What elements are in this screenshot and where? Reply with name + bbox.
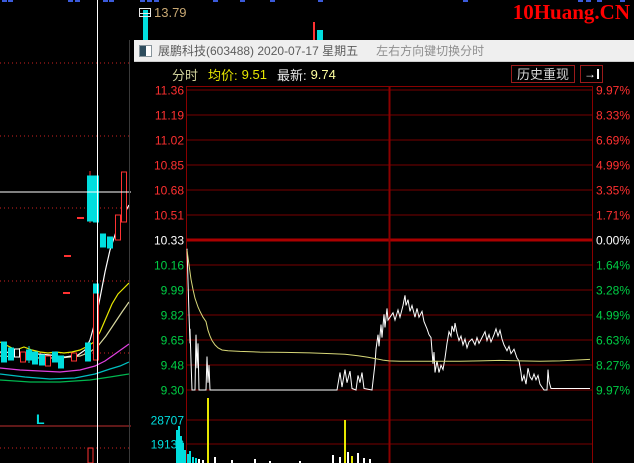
candle-body	[14, 348, 20, 358]
candle-body	[20, 351, 26, 363]
price-axis-label: 9.30	[161, 384, 185, 398]
intraday-chart: 11.3611.1911.0210.8510.6810.5110.3310.16…	[151, 84, 630, 463]
mode-label: 分时	[172, 67, 199, 83]
pct-axis-label: 4.99%	[596, 309, 630, 323]
pct-axis-label: 6.69%	[596, 134, 630, 148]
avg-price-value: 9.51	[241, 66, 267, 82]
watermark: 10Huang.CN	[512, 0, 630, 24]
candle-body	[1, 341, 7, 363]
candle-body	[115, 214, 121, 241]
pct-axis-label: 1.71%	[596, 209, 630, 223]
price-axis-label: 10.85	[154, 159, 184, 173]
intraday-window: 展鹏科技(603488) 2020-07-17 星期五 左右方向键切换分时 分时…	[134, 40, 634, 463]
last-price-label: 最新:	[276, 67, 307, 83]
volume-axis-label: 19138	[151, 438, 185, 452]
next-period-button[interactable]: →	[580, 65, 603, 83]
candle-body	[121, 171, 127, 223]
pane-label: L	[36, 411, 45, 427]
pct-axis-label: 3.35%	[596, 184, 630, 198]
candle-body	[85, 342, 91, 362]
candle-body	[107, 236, 113, 249]
last-price-value: 9.74	[310, 66, 336, 82]
pct-axis-label: 0.00%	[596, 234, 630, 248]
kline-volume-bar	[87, 447, 94, 463]
price-axis-label: 9.48	[161, 359, 185, 373]
app-screen: L 13.79 10Huang.CN 展鹏科技(603488) 2020-07-…	[0, 0, 634, 463]
price-axis-label: 9.82	[161, 309, 185, 323]
window-icon	[139, 44, 152, 57]
pct-axis-label: 6.63%	[596, 334, 630, 348]
price-axis-label: 9.65	[161, 334, 185, 348]
pct-axis-label: 8.33%	[596, 109, 630, 123]
price-axis-label: 10.68	[154, 184, 184, 198]
candle-body	[45, 355, 51, 367]
pct-axis-label: 4.99%	[596, 159, 630, 173]
candle-body	[71, 352, 77, 362]
chart-header: 分时 均价: 9.51 最新: 9.74 历史重现 →	[134, 62, 634, 86]
candle-body	[32, 351, 38, 365]
kline-high-marker: 13.79	[139, 6, 187, 19]
top-volume-bar	[317, 30, 323, 40]
price-tag-icon	[139, 8, 151, 17]
volume-axis-label: 28707	[151, 414, 185, 428]
arrow-bar-icon	[597, 69, 599, 79]
pct-axis-label: 1.64%	[596, 259, 630, 273]
candle-body	[100, 233, 106, 248]
history-replay-button[interactable]: 历史重现	[511, 65, 576, 83]
candle-body	[39, 354, 45, 366]
candle-body	[87, 175, 93, 222]
price-axis-label: 9.99	[161, 284, 185, 298]
window-hint: 左右方向键切换分时	[376, 44, 485, 58]
price-axis-label: 10.33	[154, 234, 184, 248]
candle-body	[8, 347, 14, 361]
candle-body	[58, 355, 64, 369]
candle-body	[52, 351, 58, 363]
pct-axis-label: 8.27%	[596, 359, 630, 373]
price-axis-label: 10.51	[154, 209, 184, 223]
candle-body	[26, 349, 32, 361]
window-title: 展鹏科技(603488) 2020-07-17 星期五	[158, 44, 359, 58]
arrow-right-icon: →	[584, 67, 596, 81]
kline-high-price: 13.79	[154, 5, 187, 20]
price-axis-label: 10.16	[154, 259, 184, 273]
pct-axis-label: 9.97%	[596, 384, 630, 398]
price-axis-label: 11.02	[155, 134, 184, 148]
pct-axis-label: 3.28%	[596, 284, 630, 298]
avg-price-label: 均价:	[208, 67, 238, 83]
price-axis-label: 11.19	[155, 109, 184, 123]
window-titlebar[interactable]: 展鹏科技(603488) 2020-07-17 星期五 左右方向键切换分时	[134, 40, 634, 62]
